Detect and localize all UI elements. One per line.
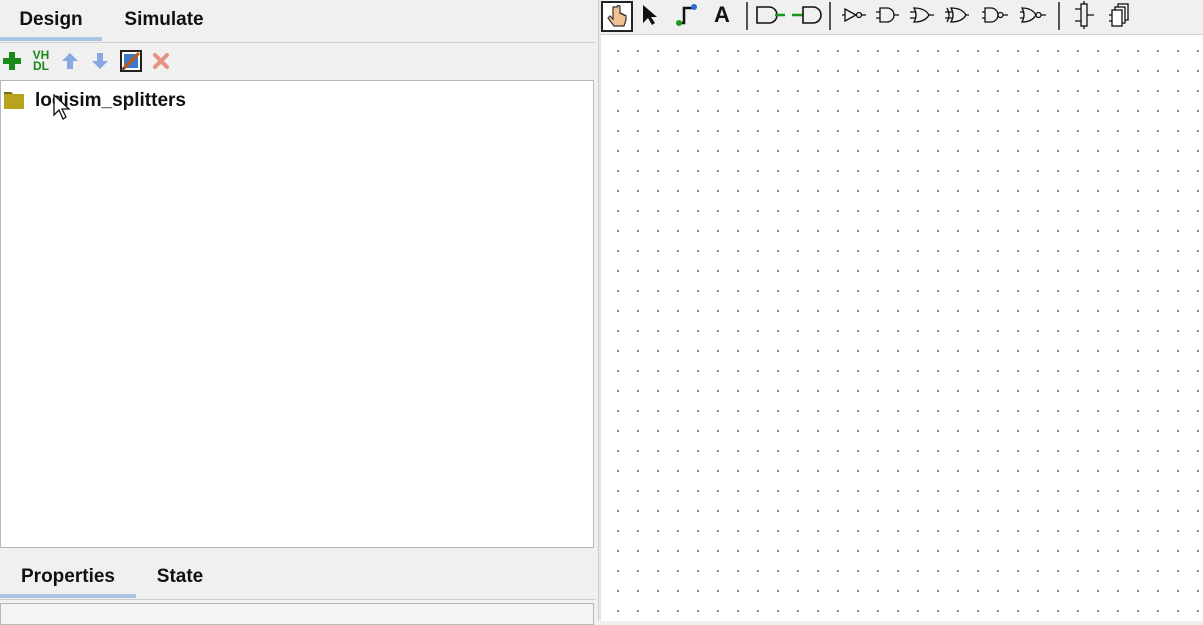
output-pin-icon[interactable] <box>791 1 823 29</box>
tab-simulate[interactable]: Simulate <box>108 0 220 40</box>
add-circuit-icon[interactable] <box>0 49 24 73</box>
tab-state[interactable]: State <box>142 557 218 597</box>
toolbar-separator <box>829 2 831 30</box>
move-down-icon[interactable] <box>88 49 112 73</box>
and-gate-icon[interactable] <box>875 1 901 29</box>
circuit-tree[interactable]: logisim_splitters <box>0 80 594 548</box>
input-pin-icon[interactable] <box>755 1 787 29</box>
text-tool-icon[interactable]: A <box>709 1 735 29</box>
explorer-panel: Design Simulate VH DL logisim_splitters … <box>0 0 598 625</box>
move-up-icon[interactable] <box>58 49 82 73</box>
tabbar-divider <box>0 42 596 43</box>
or-gate-icon[interactable] <box>909 1 935 29</box>
nor-gate-icon[interactable] <box>1019 1 1047 29</box>
vhdl-label-bottom: DL <box>33 59 49 73</box>
edit-appearance-icon[interactable] <box>119 49 143 73</box>
tree-item-project[interactable]: logisim_splitters <box>3 87 186 115</box>
splitter-icon[interactable] <box>1071 1 1097 29</box>
nand-gate-icon[interactable] <box>981 1 1009 29</box>
toolbar-separator <box>1058 2 1060 30</box>
probe-icon[interactable] <box>1107 1 1133 29</box>
wiring-tool-icon[interactable] <box>673 1 699 29</box>
delete-icon[interactable] <box>149 49 173 73</box>
explorer-toolbar: VH DL <box>0 45 598 77</box>
not-gate-icon[interactable] <box>841 1 867 29</box>
properties-table <box>0 603 594 625</box>
xor-gate-icon[interactable] <box>944 1 970 29</box>
attributes-tabbar-divider <box>0 599 596 600</box>
folder-icon <box>3 88 25 115</box>
tab-design[interactable]: Design <box>0 0 102 41</box>
add-vhdl-icon[interactable]: VH DL <box>29 49 53 73</box>
mouse-cursor-icon <box>52 93 72 122</box>
select-tool-icon[interactable] <box>639 1 661 29</box>
toolbar-separator <box>746 2 748 30</box>
tab-properties[interactable]: Properties <box>0 557 136 598</box>
attributes-tabbar: Properties State <box>0 557 598 600</box>
poke-tool-icon[interactable] <box>601 1 633 32</box>
circuit-canvas[interactable] <box>601 34 1203 621</box>
tool-toolbar: A <box>601 0 1203 34</box>
explorer-tabbar: Design Simulate <box>0 0 598 43</box>
